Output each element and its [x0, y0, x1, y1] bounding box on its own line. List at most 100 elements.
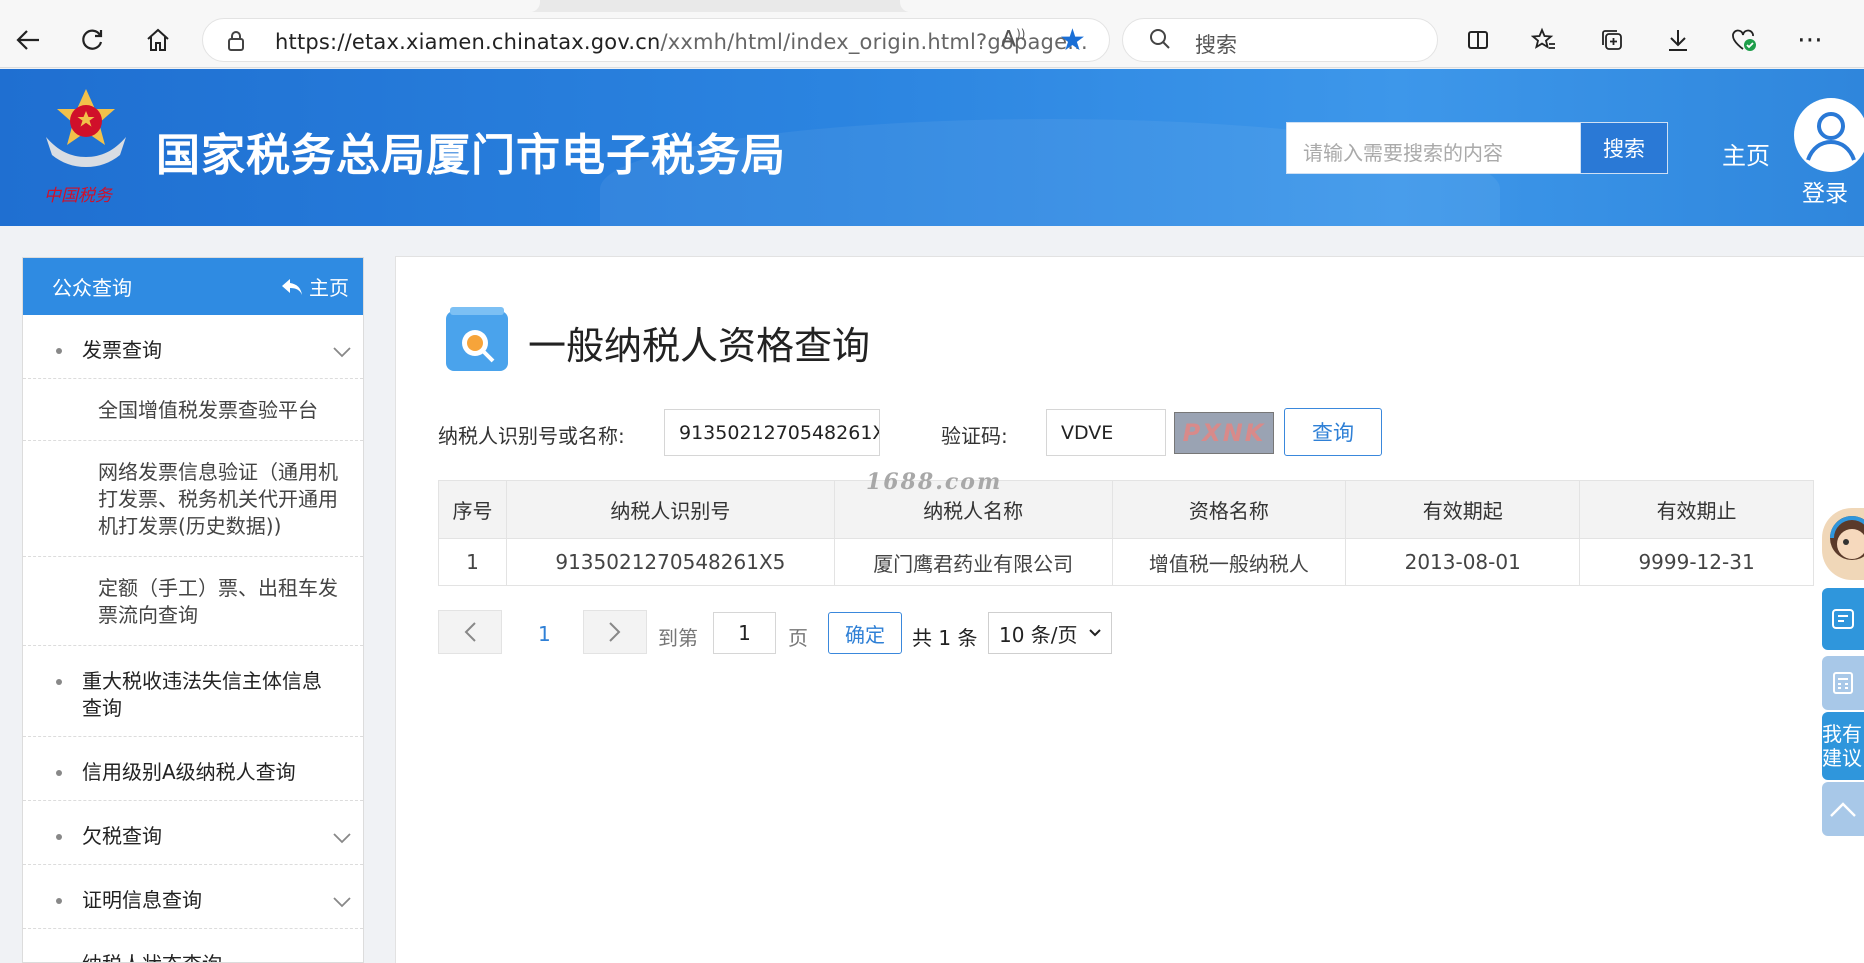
sidebar-home-link[interactable]: 主页 [281, 272, 349, 301]
sidebar-item-label: 证明信息查询 [82, 888, 202, 912]
home-link[interactable]: 主页 [1722, 136, 1770, 171]
taxpayer-id-label: 纳税人识别号或名称: [438, 424, 625, 448]
chevron-down-icon [333, 889, 351, 916]
table-cell: 1 [438, 538, 507, 586]
collections-icon[interactable] [1592, 20, 1632, 60]
column-header: 资格名称 [1111, 480, 1347, 539]
sidebar-item-certificate-query[interactable]: 证明信息查询 [23, 865, 363, 929]
captcha-input[interactable]: VDVE [1046, 409, 1166, 456]
query-button[interactable]: 查询 [1284, 408, 1382, 456]
main-content: 一般纳税人资格查询 纳税人识别号或名称: 9135021270548261X5 … [395, 256, 1864, 963]
table-header-row: 序号 纳税人识别号 纳税人名称 资格名称 有效期起 有效期止 [438, 480, 1814, 539]
browser-tab[interactable] [0, 0, 540, 12]
chevron-down-icon [333, 339, 351, 366]
browser-search-placeholder: 搜索 [1195, 33, 1237, 57]
sidebar-item-label: 纳税人状态查询 [82, 952, 222, 962]
taxpayer-id-input[interactable]: 9135021270548261X5 [664, 409, 880, 456]
chevron-down-icon [333, 825, 351, 852]
bullet-icon [56, 348, 62, 354]
bullet-icon [56, 770, 62, 776]
sidebar-item-quota-invoice-flow[interactable]: 定额（手工）票、出租车发票流向查询 [23, 557, 363, 646]
user-avatar-icon[interactable] [1794, 98, 1864, 172]
next-page-button[interactable] [583, 610, 647, 654]
sidebar-item-vat-invoice-check[interactable]: 全国增值税发票查验平台 [23, 379, 363, 441]
table-cell: 2013-08-01 [1345, 538, 1581, 586]
sidebar-item-label: 重大税收违法失信主体信息查询 [82, 669, 322, 720]
more-menu-icon[interactable]: ⋯ [1790, 20, 1830, 60]
site-search-placeholder: 请输入需要搜索的内容 [1303, 141, 1503, 165]
bullet-icon [56, 834, 62, 840]
split-screen-icon[interactable] [1458, 20, 1498, 60]
search-icon [1149, 28, 1171, 56]
download-icon[interactable] [1658, 20, 1698, 60]
assistant-mascot-icon[interactable] [1822, 508, 1864, 580]
lock-icon[interactable] [227, 30, 245, 57]
tab-strip [0, 0, 1864, 12]
emblem-caption: 中国税务 [44, 186, 112, 206]
sidebar-item-label: 发票查询 [82, 338, 162, 362]
refresh-icon[interactable] [72, 20, 112, 60]
column-header: 纳税人识别号 [505, 480, 835, 539]
column-header: 有效期起 [1345, 480, 1581, 539]
page-title: 一般纳税人资格查询 [528, 324, 871, 368]
sidebar-header: 公众查询 主页 [23, 258, 363, 315]
reply-arrow-icon [282, 278, 302, 295]
site-search-input[interactable]: 请输入需要搜索的内容 [1286, 122, 1580, 174]
browser-toolbar: https://etax.xiamen.chinatax.gov.cn/xxmh… [0, 0, 1864, 68]
favorites-icon[interactable] [1524, 20, 1564, 60]
sidebar-item-taxpayer-status[interactable]: 纳税人状态查询 [23, 929, 363, 962]
online-service-icon[interactable] [1822, 588, 1864, 650]
prev-page-button[interactable] [438, 610, 502, 654]
table-cell: 增值税一般纳税人 [1111, 538, 1347, 586]
left-sidebar: 公众查询 主页 发票查询 全国增值税发票查验平台 网络发票信息验证（通用机打发票… [22, 257, 364, 963]
sidebar-item-credit-a-taxpayer[interactable]: 信用级别A级纳税人查询 [23, 737, 363, 801]
table-row: 1 9135021270548261X5 厦门鹰君药业有限公司 增值税一般纳税人… [438, 538, 1814, 586]
suggestion-button[interactable]: 我有建议 [1822, 712, 1864, 780]
favorite-star-icon[interactable]: ★ [1059, 23, 1086, 58]
url-text[interactable]: https://etax.xiamen.chinatax.gov.cn/xxmh… [275, 30, 1088, 54]
table-cell: 厦门鹰君药业有限公司 [833, 538, 1113, 586]
browser-essentials-icon[interactable] [1724, 20, 1764, 60]
back-to-top-icon[interactable] [1822, 782, 1864, 836]
page-size-value: 10 条/页 [999, 622, 1078, 647]
sidebar-title: 公众查询 [52, 276, 132, 300]
current-page-number[interactable]: 1 [538, 622, 551, 646]
site-search-button[interactable]: 搜索 [1580, 122, 1668, 174]
table-cell: 9135021270548261X5 [505, 538, 835, 586]
sidebar-item-invoice-query[interactable]: 发票查询 [23, 315, 363, 379]
sidebar-item-label: 全国增值税发票查验平台 [98, 398, 318, 422]
goto-page-input[interactable]: 1 [713, 612, 776, 654]
sidebar-home-label: 主页 [309, 276, 349, 300]
goto-label: 到第 [658, 626, 698, 650]
home-icon[interactable] [138, 20, 178, 60]
column-header: 序号 [438, 480, 507, 539]
national-emblem-icon [46, 89, 126, 167]
bullet-icon [56, 679, 62, 685]
goto-confirm-button[interactable]: 确定 [828, 612, 902, 654]
sidebar-item-label: 网络发票信息验证（通用机打发票、税务机关代开通用机打发票(历史数据)) [98, 460, 338, 538]
sidebar-item-label: 欠税查询 [82, 824, 162, 848]
sidebar-item-tax-arrears[interactable]: 欠税查询 [23, 801, 363, 865]
sidebar-item-online-invoice-verify[interactable]: 网络发票信息验证（通用机打发票、税务机关代开通用机打发票(历史数据)) [23, 441, 363, 557]
page-unit-label: 页 [788, 626, 808, 650]
address-bar[interactable]: https://etax.xiamen.chinatax.gov.cn/xxmh… [202, 18, 1110, 62]
table-cell: 9999-12-31 [1579, 538, 1814, 586]
site-title: 国家税务总局厦门市电子税务局 [156, 130, 786, 181]
browser-search-box[interactable]: 搜索 [1122, 18, 1438, 62]
watermark: 1688.com [866, 469, 1003, 495]
page-size-select[interactable]: 10 条/页 [988, 612, 1112, 654]
calculator-icon[interactable] [1822, 656, 1864, 710]
chevron-down-icon [1089, 629, 1101, 637]
result-table: 序号 纳税人识别号 纳税人名称 资格名称 有效期起 有效期止 1 9135021… [438, 480, 1814, 586]
login-link[interactable]: 登录 [1802, 174, 1848, 208]
captcha-image[interactable]: PXNK [1174, 412, 1274, 454]
bullet-icon [56, 898, 62, 904]
sidebar-item-tax-violation[interactable]: 重大税收违法失信主体信息查询 [23, 646, 363, 737]
sidebar-item-label: 信用级别A级纳税人查询 [82, 760, 296, 784]
read-aloud-icon[interactable]: A)) [1001, 27, 1025, 52]
chevron-left-icon [464, 622, 476, 642]
sidebar-item-label: 定额（手工）票、出租车发票流向查询 [98, 576, 338, 627]
captcha-label: 验证码: [941, 424, 1008, 448]
back-icon[interactable] [8, 20, 48, 60]
browser-tab[interactable] [900, 0, 1864, 12]
